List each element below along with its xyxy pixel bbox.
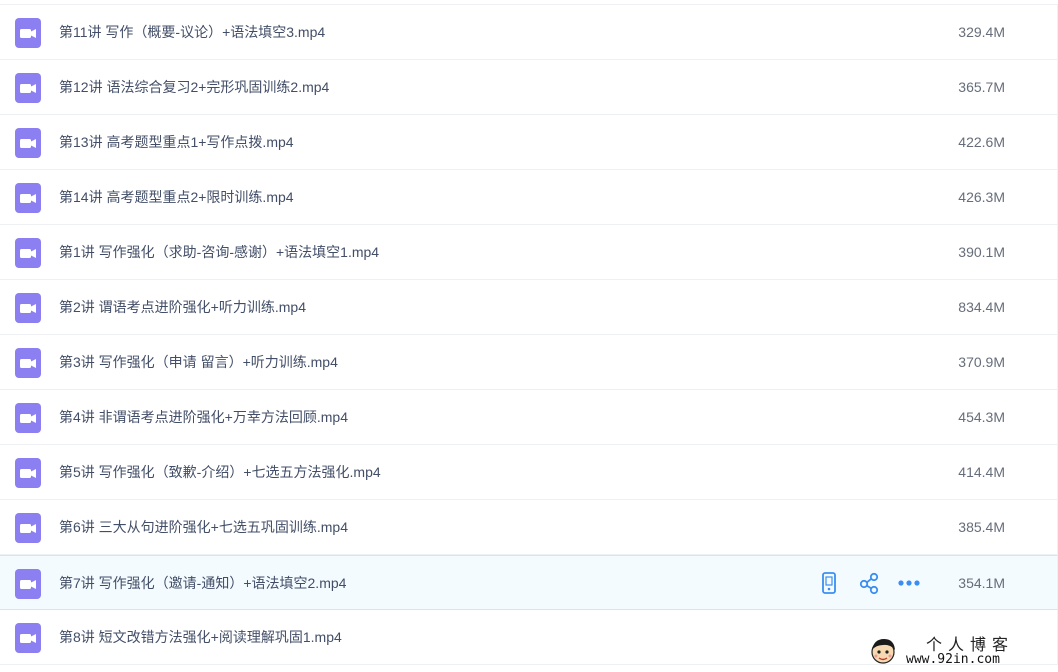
video-icon [15,238,41,268]
file-row[interactable]: 第14讲 高考题型重点2+限时训练.mp4 426.3M [0,170,1058,225]
file-size: 426.3M [958,189,1005,205]
file-size: 329.4M [958,24,1005,40]
watermark: 个人博客 www.92in.com [866,632,1058,672]
file-name[interactable]: 第13讲 高考题型重点1+写作点拨.mp4 [59,115,294,170]
file-name[interactable]: 第8讲 短文改错方法强化+阅读理解巩固1.mp4 [59,610,342,665]
file-name[interactable]: 第1讲 写作强化（求助-咨询-感谢）+语法填空1.mp4 [59,225,379,280]
watermark-logo [871,639,895,664]
video-icon [15,403,41,433]
video-icon [15,73,41,103]
video-icon [15,623,41,653]
file-row[interactable]: 第6讲 三大从句进阶强化+七选五巩固训练.mp4 385.4M [0,500,1058,555]
video-icon [15,293,41,323]
file-size: 370.9M [958,354,1005,370]
file-row[interactable]: 第11讲 写作（概要-议论）+语法填空3.mp4 329.4M [0,5,1058,60]
video-icon [15,513,41,543]
file-row[interactable]: 第5讲 写作强化（致歉-介绍）+七选五方法强化.mp4 414.4M [0,445,1058,500]
file-size: 390.1M [958,244,1005,260]
video-icon [15,348,41,378]
file-row[interactable]: 第2讲 谓语考点进阶强化+听力训练.mp4 834.4M [0,280,1058,335]
file-size: 365.7M [958,79,1005,95]
watermark-site: www.92in.com [906,652,1000,667]
file-name[interactable]: 第5讲 写作强化（致歉-介绍）+七选五方法强化.mp4 [59,445,381,500]
file-size: 834.4M [958,299,1005,315]
file-row[interactable]: 第13讲 高考题型重点1+写作点拨.mp4 422.6M [0,115,1058,170]
file-name[interactable]: 第6讲 三大从句进阶强化+七选五巩固训练.mp4 [59,500,348,555]
file-name[interactable]: 第2讲 谓语考点进阶强化+听力训练.mp4 [59,280,306,335]
file-size: 454.3M [958,409,1005,425]
file-name[interactable]: 第11讲 写作（概要-议论）+语法填空3.mp4 [59,5,325,60]
share-icon[interactable] [856,571,882,595]
file-row[interactable]: 第4讲 非谓语考点进阶强化+万幸方法回顾.mp4 454.3M [0,390,1058,445]
file-size: 385.4M [958,519,1005,535]
file-row[interactable]: 第7讲 写作强化（邀请-通知）+语法填空2.mp4 354.1M [0,555,1058,610]
video-icon [15,458,41,488]
file-name[interactable]: 第4讲 非谓语考点进阶强化+万幸方法回顾.mp4 [59,390,348,445]
video-icon [15,128,41,158]
file-name[interactable]: 第14讲 高考题型重点2+限时训练.mp4 [59,170,294,225]
video-icon [15,18,41,48]
file-name[interactable]: 第3讲 写作强化（申请 留言）+听力训练.mp4 [59,335,338,390]
phone-icon[interactable] [816,571,842,595]
file-name[interactable]: 第7讲 写作强化（邀请-通知）+语法填空2.mp4 [59,556,346,611]
more-icon[interactable] [896,571,922,595]
file-size: 354.1M [958,575,1005,591]
file-row[interactable]: 第1讲 写作强化（求助-咨询-感谢）+语法填空1.mp4 390.1M [0,225,1058,280]
video-icon [15,183,41,213]
file-size: 414.4M [958,464,1005,480]
file-row[interactable]: 第12讲 语法综合复习2+完形巩固训练2.mp4 365.7M [0,60,1058,115]
file-list: 第11讲 写作（概要-议论）+语法填空3.mp4 329.4M 第12讲 语法综合复… [0,5,1058,665]
video-icon [15,569,41,599]
file-size: 422.6M [958,134,1005,150]
file-row[interactable]: 第3讲 写作强化（申请 留言）+听力训练.mp4 370.9M [0,335,1058,390]
file-name[interactable]: 第12讲 语法综合复习2+完形巩固训练2.mp4 [59,60,329,115]
